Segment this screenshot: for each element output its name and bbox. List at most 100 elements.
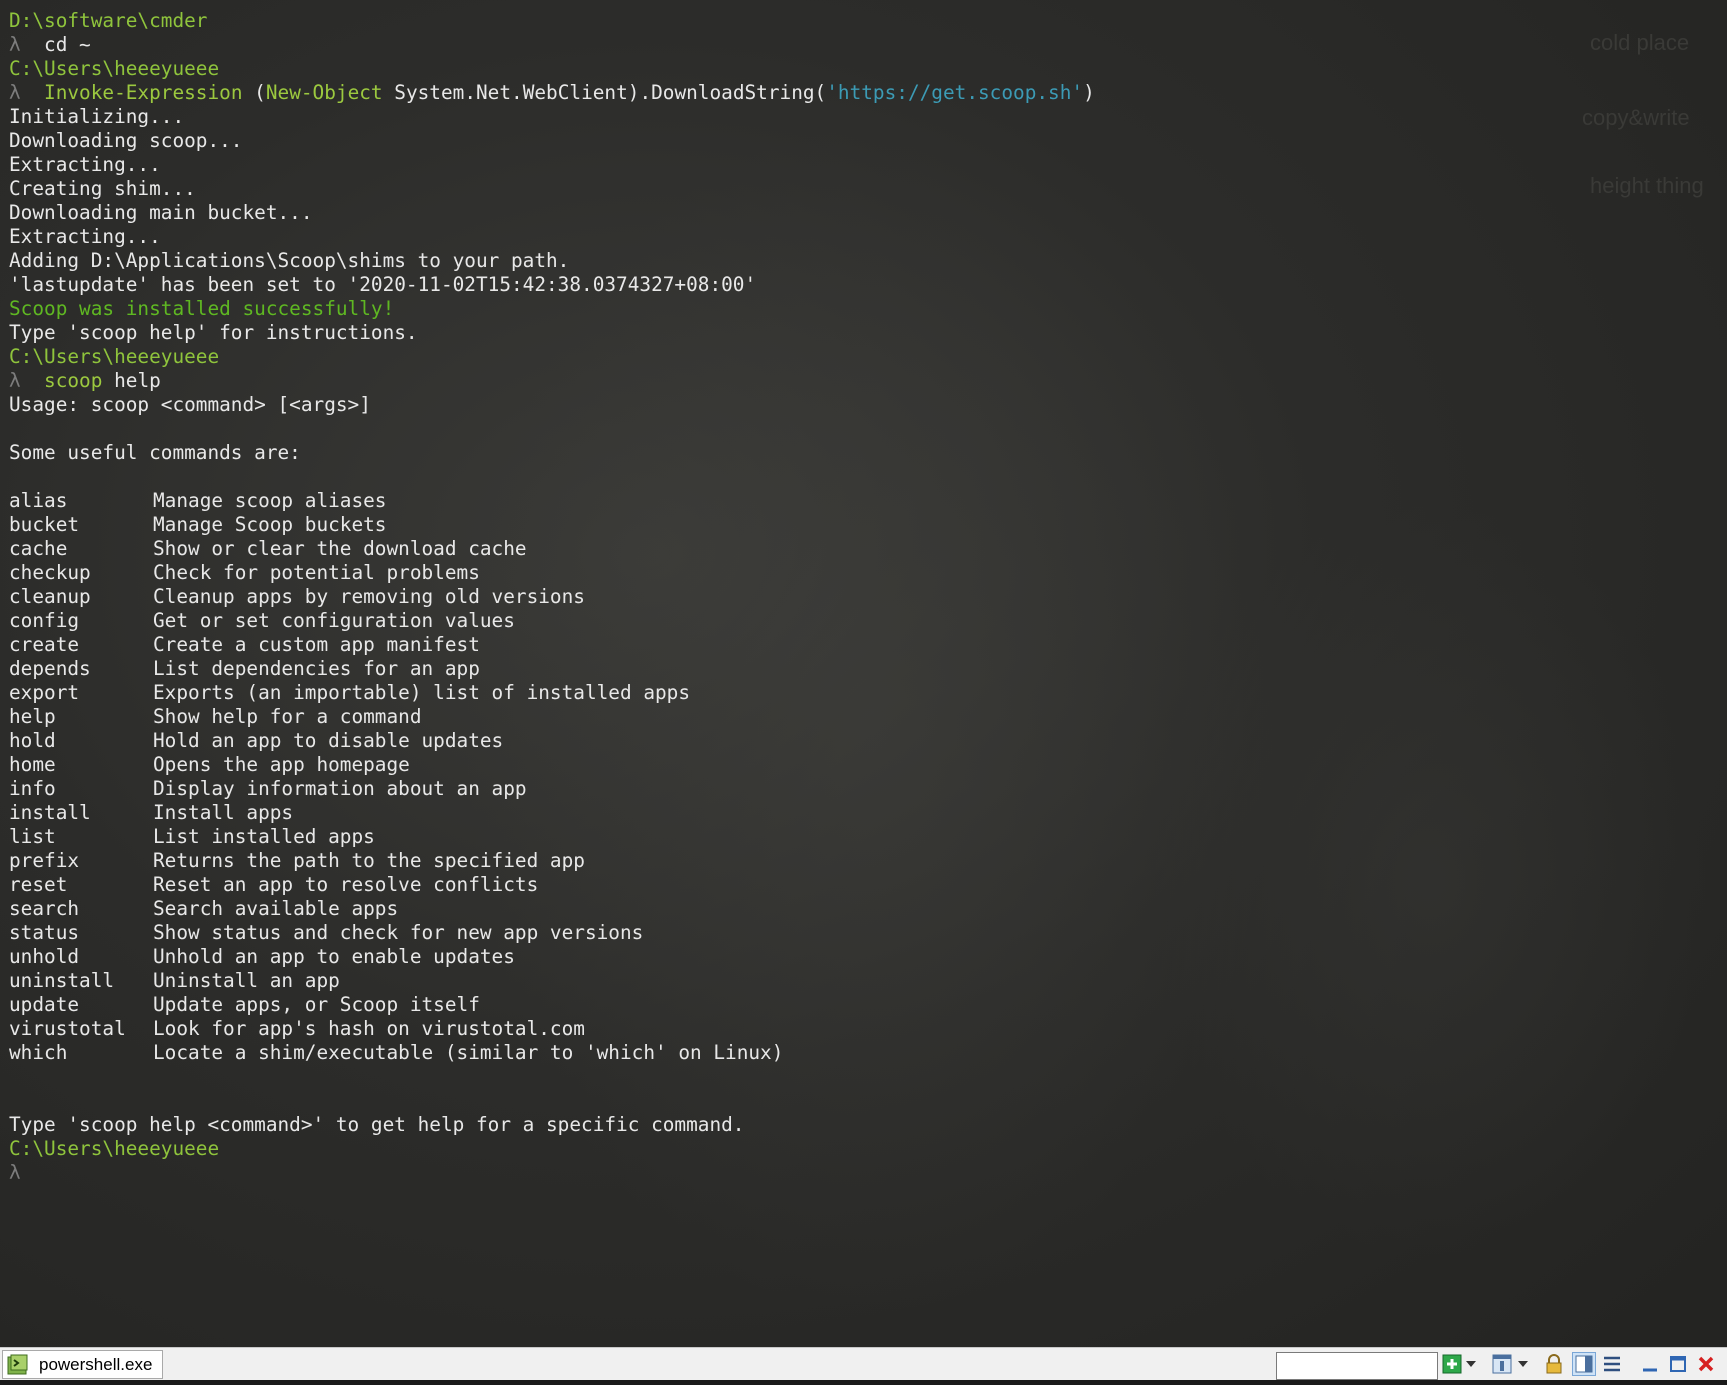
command-description: Opens the app homepage <box>153 753 410 776</box>
terminal-line: Downloading main bucket... <box>9 201 1727 225</box>
minimize-icon[interactable] <box>1638 1352 1662 1376</box>
command-name: search <box>9 897 80 920</box>
status-bar: powershell.exe <box>0 1347 1727 1381</box>
lock-icon[interactable] <box>1542 1352 1566 1376</box>
terminal-line: Type 'scoop help <command>' to get help … <box>9 1113 1727 1137</box>
terminal-line: Extracting... <box>9 225 1727 249</box>
command-row: alias Manage scoop aliases <box>9 489 1727 513</box>
command-keyword: scoop <box>20 369 103 392</box>
terminal-line: D:\software\cmder <box>9 9 1727 33</box>
command-description: Uninstall an app <box>153 969 340 992</box>
command-name: export <box>9 681 80 704</box>
command-name: create <box>9 633 80 656</box>
command-description: Manage scoop aliases <box>153 489 387 512</box>
terminal-line: 'lastupdate' has been set to '2020-11-02… <box>9 273 1727 297</box>
maximize-icon[interactable] <box>1666 1352 1690 1376</box>
command-name: bucket <box>9 513 80 536</box>
dropdown-icon[interactable] <box>1516 1352 1530 1376</box>
split-view-icon[interactable] <box>1572 1352 1596 1376</box>
command-name: info <box>9 777 56 800</box>
command-row: which Locate a shim/executable (similar t… <box>9 1041 1727 1065</box>
command-description: Get or set configuration values <box>153 609 515 632</box>
command-keyword: Invoke-Expression <box>20 81 243 104</box>
close-icon[interactable] <box>1694 1352 1718 1376</box>
command-description: List installed apps <box>153 825 375 848</box>
command-row: cleanup Cleanup apps by removing old vers… <box>9 585 1727 609</box>
terminal-line: λ scoop help <box>9 369 1727 393</box>
terminal-text: help <box>102 369 161 392</box>
command-row: config Get or set configuration values <box>9 609 1727 633</box>
command-name: list <box>9 825 56 848</box>
command-row: list List installed apps <box>9 825 1727 849</box>
prompt-path: C:\Users\heeeyueee <box>9 1137 220 1160</box>
terminal-text: cd ~ <box>20 33 91 56</box>
command-row: uninstall Uninstall an app <box>9 969 1727 993</box>
command-description: Check for potential problems <box>153 561 480 584</box>
terminal-line: Adding D:\Applications\Scoop\shims to yo… <box>9 249 1727 273</box>
view-icon[interactable] <box>1490 1352 1514 1376</box>
bottom-border <box>0 1380 1727 1385</box>
command-name: alias <box>9 489 68 512</box>
command-description: Display information about an app <box>153 777 527 800</box>
command-name: checkup <box>9 561 91 584</box>
terminal-line: Extracting... <box>9 153 1727 177</box>
command-name: config <box>9 609 80 632</box>
command-keyword: New-Object <box>265 81 383 104</box>
prompt-path: D:\software\cmder <box>9 9 208 32</box>
terminal-line: λ cd ~ <box>9 33 1727 57</box>
command-row: bucket Manage Scoop buckets <box>9 513 1727 537</box>
terminal-text: Initializing... <box>9 105 185 128</box>
command-row: cache Show or clear the download cache <box>9 537 1727 561</box>
command-description: Reset an app to resolve conflicts <box>153 873 539 896</box>
command-description: Look for app's hash on virustotal.com <box>153 1017 585 1040</box>
command-row: status Show status and check for new app … <box>9 921 1727 945</box>
command-row: depends List dependencies for an app <box>9 657 1727 681</box>
terminal-line: Scoop was installed successfully! <box>9 297 1727 321</box>
command-name: which <box>9 1041 68 1064</box>
terminal-text: Adding D:\Applications\Scoop\shims to yo… <box>9 249 570 272</box>
prompt-path: C:\Users\heeeyueee <box>9 57 220 80</box>
search-input[interactable] <box>1276 1352 1438 1380</box>
terminal-output[interactable]: D:\software\cmder λ cd ~ C:\Users\heeeyuee… <box>9 9 1727 1185</box>
prompt-lambda: λ <box>9 369 21 392</box>
command-row: export Exports (an importable) list of in… <box>9 681 1727 705</box>
command-row: search Search available apps <box>9 897 1727 921</box>
command-row: hold Hold an app to disable updates <box>9 729 1727 753</box>
terminal-text: Downloading main bucket... <box>9 201 313 224</box>
terminal-line: Some useful commands are: <box>9 441 1727 465</box>
command-name: uninstall <box>9 969 115 992</box>
terminal-line: Type 'scoop help' for instructions. <box>9 321 1727 345</box>
command-name: cleanup <box>9 585 91 608</box>
command-row: home Opens the app homepage <box>9 753 1727 777</box>
command-description: Show help for a command <box>153 705 422 728</box>
command-description: Install apps <box>153 801 294 824</box>
command-name: update <box>9 993 80 1016</box>
command-description: Exports (an importable) list of installe… <box>153 681 691 704</box>
command-name: home <box>9 753 56 776</box>
prompt-lambda: λ <box>9 33 21 56</box>
command-name: depends <box>9 657 91 680</box>
command-description: Hold an app to disable updates <box>153 729 504 752</box>
terminal-line: Creating shim... <box>9 177 1727 201</box>
command-row: info Display information about an app <box>9 777 1727 801</box>
tab-powershell[interactable]: powershell.exe <box>2 1350 164 1379</box>
command-description: Update apps, or Scoop itself <box>153 993 480 1016</box>
prompt-path: C:\Users\heeeyueee <box>9 345 220 368</box>
terminal-text: Usage: scoop <command> [<args>] <box>9 393 371 416</box>
command-description: Locate a shim/executable (similar to 'wh… <box>153 1041 784 1064</box>
dropdown-icon[interactable] <box>1464 1352 1478 1376</box>
terminal-line: Downloading scoop... <box>9 129 1727 153</box>
powershell-icon <box>7 1354 29 1376</box>
terminal-text: Type 'scoop help <command>' to get help … <box>9 1113 745 1136</box>
terminal-line: C:\Users\heeeyueee <box>9 345 1727 369</box>
terminal-line: Initializing... <box>9 105 1727 129</box>
terminal-text: ( <box>242 81 266 104</box>
menu-icon[interactable] <box>1600 1352 1624 1376</box>
terminal-text: Type 'scoop help' for instructions. <box>9 321 418 344</box>
new-console-icon[interactable] <box>1440 1352 1464 1376</box>
command-name: status <box>9 921 80 944</box>
